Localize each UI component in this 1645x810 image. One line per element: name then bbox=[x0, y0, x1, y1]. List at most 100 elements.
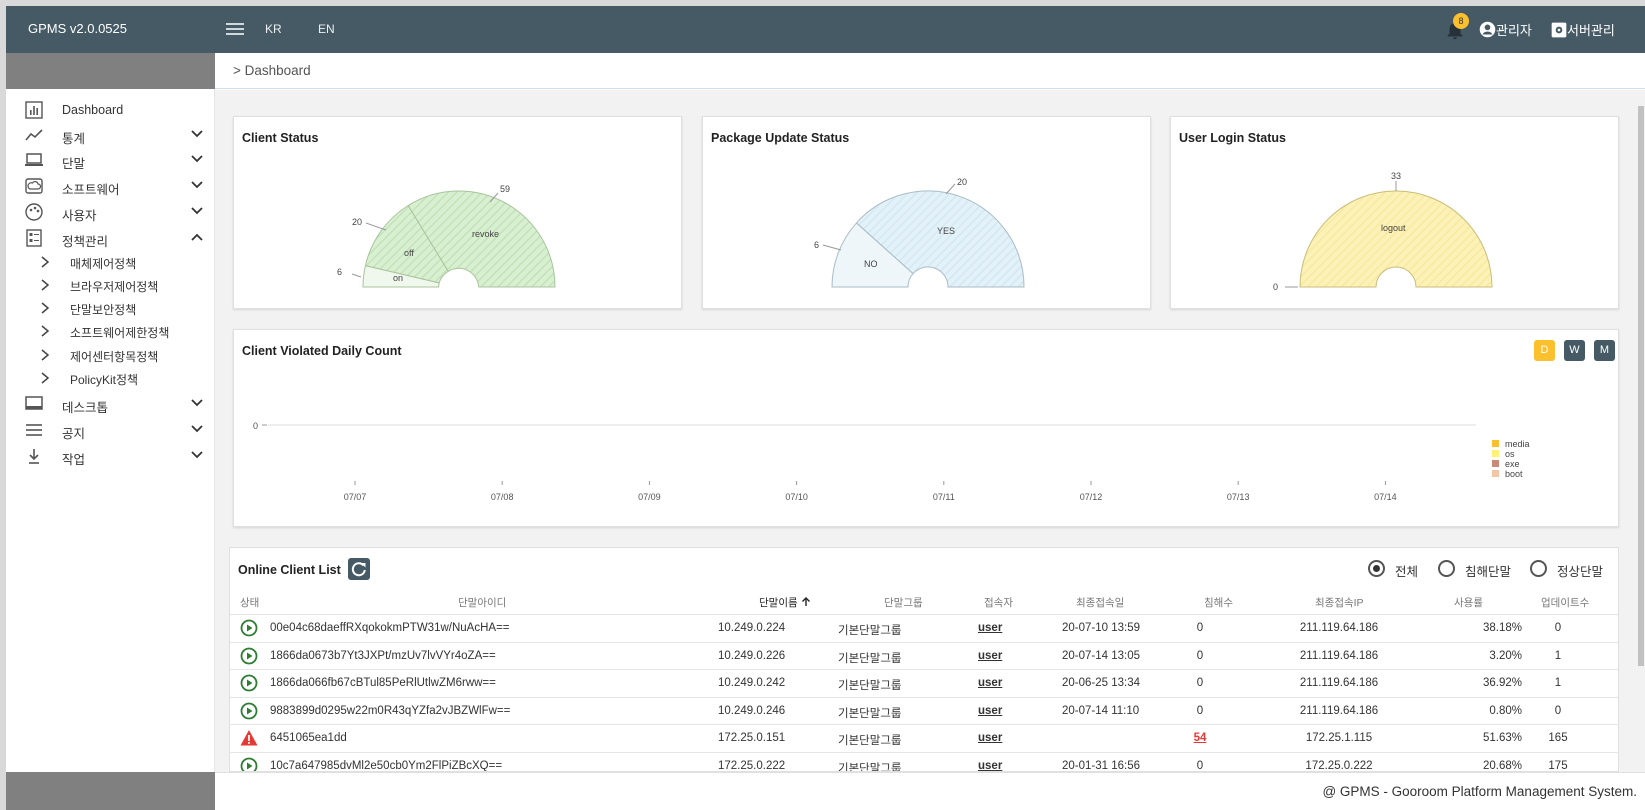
legend-swatch bbox=[1492, 450, 1499, 457]
gauge-value-no: 6 bbox=[814, 240, 819, 250]
chevron-up-icon bbox=[191, 233, 203, 241]
col-header-usage[interactable]: 사용률 bbox=[1454, 595, 1483, 610]
client-status-card: on off revoke 6 20 59 Client Status bbox=[233, 116, 682, 309]
sidebar-item-notice[interactable]: 공지 bbox=[24, 418, 212, 442]
cell-usage: 38.18% bbox=[1482, 622, 1522, 634]
sidebar-item-statistics[interactable]: 통계 bbox=[24, 123, 212, 147]
submenu-software-policy[interactable]: 소프트웨어제한정책 bbox=[40, 321, 212, 341]
online-client-list-card: Online Client List 전체 침해단말 정상단말 상태 단말아이디… bbox=[229, 547, 1619, 772]
package-status-gauge: NO YES 6 20 bbox=[814, 177, 1025, 288]
table-row[interactable]: 9883899d0295w22m0R43qYZfa2vJBZWlFw== 10.2… bbox=[230, 696, 1618, 724]
cell-user[interactable]: user bbox=[978, 760, 1002, 772]
cell-last-ip: 211.119.64.186 bbox=[1299, 622, 1379, 634]
cell-update-count: 0 bbox=[1554, 704, 1562, 717]
refresh-button[interactable] bbox=[348, 558, 370, 580]
cell-user[interactable]: user bbox=[978, 705, 1002, 717]
lang-kr-link[interactable]: KR bbox=[265, 22, 282, 36]
sort-arrow-up-icon bbox=[801, 597, 810, 606]
sidebar-item-clients[interactable]: 단말 bbox=[24, 148, 212, 172]
admin-menu[interactable]: 관리자 bbox=[1479, 20, 1532, 39]
sidebar-item-label: 통계 bbox=[62, 132, 86, 146]
sidebar-item-label: 사용자 bbox=[62, 209, 97, 223]
sidebar-item-label: 작업 bbox=[62, 453, 86, 467]
cell-user[interactable]: user bbox=[978, 650, 1002, 662]
submenu-media-policy[interactable]: 매체제어정책 bbox=[40, 252, 212, 272]
submenu-label: 제어센터항목정책 bbox=[70, 350, 159, 364]
col-header-client-id[interactable]: 단말아이디 bbox=[458, 595, 506, 610]
y-tick-label: 0 bbox=[253, 421, 258, 431]
cell-last-ip: 172.25.1.115 bbox=[1305, 732, 1373, 744]
col-header-client-name[interactable]: 단말이름 bbox=[759, 595, 811, 610]
table-row[interactable]: 1866da0673b7Yt3JXPt/mzUv7lvVYr4oZA== 10.2… bbox=[230, 641, 1618, 669]
sidebar-item-label: 공지 bbox=[62, 427, 86, 441]
cell-last-login-date: 20-01-31 16:56 bbox=[1062, 759, 1141, 772]
chevron-down-icon bbox=[191, 155, 203, 163]
sidebar-item-policy[interactable]: 정책관리 bbox=[24, 226, 212, 250]
table-row[interactable]: 00e04c68daeffRXqokokmPTW31w/NuAcHA== 10.2… bbox=[230, 614, 1618, 641]
table-row[interactable]: 10c7a647985dvMl2e50cb0Ym2FlPiZBcXQ== 172.… bbox=[230, 751, 1618, 772]
cell-update-count: 165 bbox=[1548, 732, 1568, 744]
cell-violation-count: 0 bbox=[1196, 677, 1204, 689]
app-version: GPMS v2.0.0525 bbox=[28, 21, 127, 36]
col-header-last-login-date[interactable]: 최종접속일 bbox=[1076, 595, 1124, 610]
download-icon bbox=[29, 449, 39, 464]
col-header-update-count[interactable]: 업데이트수 bbox=[1541, 595, 1589, 610]
table-row[interactable]: 1866da066fb67cBTul85PeRlUtlwZM6rww== 10.2… bbox=[230, 669, 1618, 696]
online-status-icon bbox=[240, 674, 258, 692]
chevron-down-icon bbox=[191, 399, 203, 407]
server-icon bbox=[1551, 22, 1567, 38]
sidebar-item-desktop[interactable]: 데스크톱 bbox=[24, 392, 212, 416]
cell-last-ip: 172.25.0.222 bbox=[1305, 759, 1373, 772]
col-header-status[interactable]: 상태 bbox=[240, 595, 259, 610]
chevron-down-icon bbox=[191, 130, 203, 138]
sidebar-item-users[interactable]: 사용자 bbox=[24, 200, 212, 224]
menu-toggle-icon[interactable] bbox=[226, 20, 244, 38]
submenu-control-center-policy[interactable]: 제어센터항목정책 bbox=[40, 345, 212, 365]
x-tick-label: 07/13 bbox=[1227, 492, 1250, 502]
cell-user[interactable]: user bbox=[978, 732, 1002, 744]
server-admin-label: 서버관리 bbox=[1567, 23, 1615, 38]
server-admin-menu[interactable]: 서버관리 bbox=[1551, 20, 1615, 39]
breadcrumb: > Dashboard bbox=[233, 63, 311, 78]
legend-swatch bbox=[1492, 440, 1499, 447]
refresh-icon bbox=[351, 562, 366, 577]
scrollbar-thumb[interactable] bbox=[1638, 106, 1644, 666]
table-row[interactable]: 6451065ea1dd 172.25.0.151 기본단말그룹 user 54 172.… bbox=[230, 724, 1618, 751]
gauge-value-login: 0 bbox=[1273, 282, 1278, 292]
laptop-icon bbox=[25, 153, 43, 166]
cell-client-id: 9883899d0295w22m0R43qYZfa2vJBZWlFw== bbox=[270, 704, 511, 717]
online-status-icon bbox=[240, 757, 258, 771]
online-status-icon bbox=[240, 647, 258, 664]
cell-usage: 36.92% bbox=[1482, 677, 1522, 689]
cell-client-id: 1866da066fb67cBTul85PeRlUtlwZM6rww== bbox=[270, 677, 496, 689]
legend-label-os: os bbox=[1505, 449, 1515, 459]
x-tick-label: 07/07 bbox=[344, 492, 367, 502]
submenu-security-policy[interactable]: 단말보안정책 bbox=[40, 298, 212, 318]
lang-en-link[interactable]: EN bbox=[318, 22, 335, 36]
submenu-policykit-policy[interactable]: PolicyKit정책 bbox=[40, 368, 212, 388]
cell-user[interactable]: user bbox=[978, 622, 1002, 634]
gauge-label-revoke: revoke bbox=[472, 229, 499, 239]
cell-update-count: 0 bbox=[1554, 622, 1562, 634]
cell-last-login-date: 20-06-25 13:34 bbox=[1062, 677, 1141, 689]
col-header-last-ip[interactable]: 최종접속IP bbox=[1315, 595, 1364, 610]
cell-usage: 3.20% bbox=[1489, 649, 1522, 662]
sidebar-item-software[interactable]: 소프트웨어 bbox=[24, 174, 212, 198]
chevron-down-icon bbox=[191, 207, 203, 215]
submenu-browser-policy[interactable]: 브라우저제어정책 bbox=[40, 275, 212, 295]
submenu-label: 단말보안정책 bbox=[70, 303, 137, 317]
legend-label-media: media bbox=[1505, 439, 1530, 449]
sidebar-item-jobs[interactable]: 작업 bbox=[24, 444, 212, 468]
sidebar-item-dashboard[interactable]: Dashboard bbox=[24, 98, 212, 122]
legend-label-exe: exe bbox=[1505, 459, 1520, 469]
card-title: User Login Status bbox=[1179, 131, 1286, 145]
col-header-violation-count[interactable]: 침해수 bbox=[1204, 595, 1233, 610]
radio-label: 정상단말 bbox=[1557, 565, 1604, 579]
cell-violation-count[interactable]: 54 bbox=[1194, 732, 1207, 744]
login-status-card: logout 33 0 User Login Status bbox=[1170, 116, 1619, 309]
col-header-client-group[interactable]: 단말그룹 bbox=[884, 595, 923, 610]
x-tick-label: 07/10 bbox=[785, 492, 808, 502]
cell-user[interactable]: user bbox=[978, 677, 1002, 689]
col-header-user[interactable]: 접속자 bbox=[984, 595, 1013, 610]
x-tick-label: 07/11 bbox=[933, 492, 955, 502]
